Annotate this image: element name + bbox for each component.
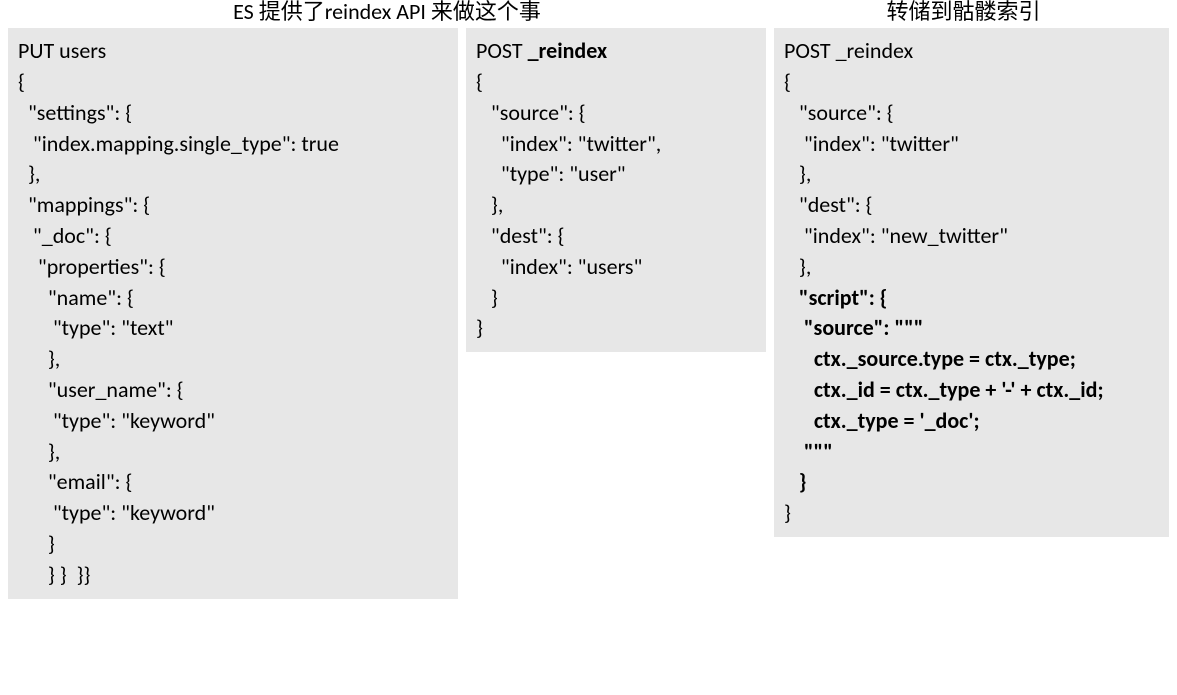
line: }, (18, 345, 60, 372)
line-bold: _reindex (528, 37, 607, 64)
line: { (476, 68, 483, 95)
line-bold: """ (784, 438, 833, 465)
line: }, (784, 160, 811, 187)
line: } (476, 284, 498, 311)
col-put-users: PUT users { "settings": { "index.mapping… (8, 28, 458, 598)
line: } } }} (18, 561, 90, 588)
line-bold: ctx._id = ctx._type + '-' + ctx._id; (784, 376, 1104, 403)
line: { (784, 68, 791, 95)
line: } (18, 530, 55, 557)
line: "mappings": { (18, 191, 150, 218)
line: }, (18, 160, 40, 187)
line: "index": "new_twitter" (784, 222, 1008, 249)
line-bold: "script": { (784, 284, 887, 311)
line: POST _reindex (784, 37, 913, 64)
line: }, (476, 191, 503, 218)
col-reindex-1: POST _reindex { "source": { "index": "tw… (466, 28, 766, 352)
code-put-users: PUT users { "settings": { "index.mapping… (8, 28, 458, 598)
line: "index.mapping.single_type": true (18, 130, 339, 157)
line: "email": { (18, 468, 132, 495)
line-bold: } (784, 468, 806, 495)
line: "index": "users" (476, 253, 642, 280)
line: "dest": { (476, 222, 565, 249)
line: "_doc": { (18, 222, 112, 249)
line: "name": { (18, 284, 134, 311)
line: "type": "user" (476, 160, 626, 187)
line: "index": "twitter" (784, 130, 959, 157)
line: "dest": { (784, 191, 873, 218)
heading-left: ES 提供了reindex API 来做这个事 (8, 0, 766, 24)
line: }, (18, 438, 60, 465)
heading-row: ES 提供了reindex API 来做这个事 转储到骷髅索引 (0, 0, 1177, 28)
code-columns: PUT users { "settings": { "index.mapping… (0, 28, 1177, 598)
line: "source": { (784, 99, 894, 126)
line: "type": "keyword" (18, 407, 215, 434)
line: "index": "twitter", (476, 130, 661, 157)
line: "source": { (476, 99, 586, 126)
col-reindex-2: POST _reindex { "source": { "index": "tw… (774, 28, 1169, 537)
line-bold: ctx._type = '_doc'; (784, 407, 980, 434)
line: POST (476, 37, 528, 64)
line: "type": "keyword" (18, 499, 215, 526)
line: "user_name": { (18, 376, 184, 403)
line: { (18, 68, 25, 95)
line-bold: ctx._source.type = ctx._type; (784, 345, 1076, 372)
line: "properties": { (18, 253, 166, 280)
code-reindex-1: POST _reindex { "source": { "index": "tw… (466, 28, 766, 352)
line: } (784, 499, 791, 526)
line-bold: "source": """ (784, 314, 923, 341)
line: }, (784, 253, 811, 280)
line: "settings": { (18, 99, 132, 126)
line: PUT users (18, 37, 106, 64)
heading-right: 转储到骷髅索引 (766, 0, 1161, 24)
line: "type": "text" (18, 314, 174, 341)
line: } (476, 314, 483, 341)
code-reindex-2: POST _reindex { "source": { "index": "tw… (774, 28, 1169, 537)
